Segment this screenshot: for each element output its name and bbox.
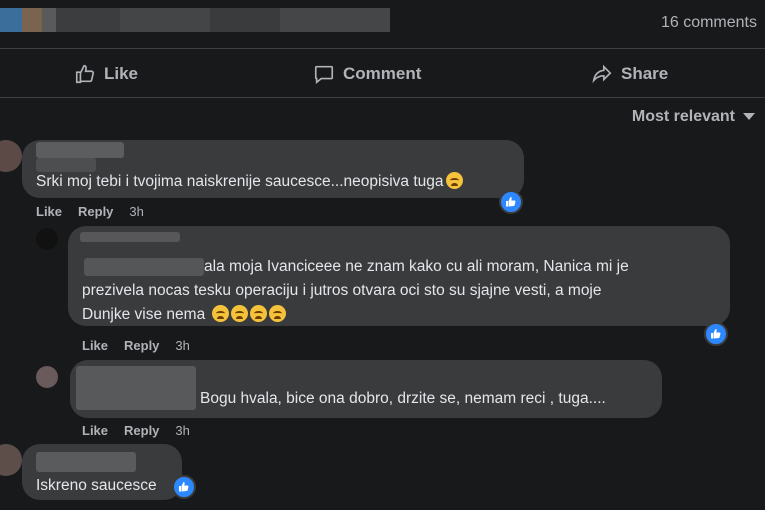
obscured-author-name[interactable] bbox=[80, 232, 180, 242]
sort-label: Most relevant bbox=[631, 108, 735, 125]
thumbs-up-icon bbox=[179, 482, 189, 492]
thumbs-up-icon bbox=[711, 329, 721, 339]
comment-meta: Like Reply 3h bbox=[36, 204, 144, 219]
like-reaction-badge[interactable] bbox=[172, 475, 196, 499]
crying-face-emoji bbox=[268, 305, 286, 322]
comment-text: Bogu hvala, bice ona dobro, drzite se, n… bbox=[200, 390, 606, 407]
comment-meta: Like Reply 3h bbox=[82, 338, 190, 353]
like-reaction-badge[interactable] bbox=[704, 322, 728, 346]
comment-reply-link[interactable]: Reply bbox=[124, 338, 159, 353]
crying-face-emoji bbox=[249, 305, 267, 322]
sort-comments-dropdown[interactable]: Most relevant bbox=[632, 108, 755, 126]
avatar[interactable] bbox=[0, 140, 22, 172]
share-arrow-icon bbox=[592, 64, 612, 84]
comment-reply-link[interactable]: Reply bbox=[78, 204, 113, 219]
comment-reply-link[interactable]: Reply bbox=[124, 423, 159, 438]
obscured-author-name[interactable] bbox=[76, 366, 196, 410]
comment-like-link[interactable]: Like bbox=[82, 338, 108, 353]
share-action-label: Share bbox=[621, 64, 669, 83]
comment-like-link[interactable]: Like bbox=[36, 204, 62, 219]
comment-text-line: prezivela nocas tesku operaciju i jutros… bbox=[82, 282, 602, 299]
comment-text-line: ala moja Ivanciceee ne znam kako cu ali … bbox=[204, 258, 629, 275]
comment-timestamp[interactable]: 3h bbox=[129, 204, 143, 219]
comment-meta: Like Reply 3h bbox=[82, 423, 190, 438]
comments-count[interactable]: 16 comments bbox=[661, 14, 757, 32]
crying-face-emoji bbox=[211, 305, 229, 322]
divider bbox=[0, 97, 765, 98]
like-action-label: Like bbox=[104, 64, 139, 83]
avatar[interactable] bbox=[36, 366, 58, 388]
thumbs-up-icon bbox=[506, 197, 516, 207]
sad-face-emoji bbox=[445, 172, 463, 189]
comment-text: Iskreno saucesce bbox=[36, 477, 157, 494]
comment-like-link[interactable]: Like bbox=[82, 423, 108, 438]
comment-bubble-icon bbox=[314, 65, 334, 84]
divider bbox=[0, 48, 765, 49]
like-reaction-badge[interactable] bbox=[499, 190, 523, 214]
obscured-text bbox=[84, 258, 204, 276]
avatar[interactable] bbox=[36, 228, 58, 250]
comment-timestamp[interactable]: 3h bbox=[175, 423, 189, 438]
comment-action-button[interactable]: Comment bbox=[313, 60, 421, 88]
crying-face-emoji bbox=[230, 305, 248, 322]
avatar[interactable] bbox=[0, 444, 22, 476]
obscured-author-name[interactable] bbox=[36, 142, 124, 158]
caret-down-icon bbox=[743, 113, 755, 120]
comment-timestamp[interactable]: 3h bbox=[175, 338, 189, 353]
comment-text: Srki moj tebi i tvojima naiskrenije sauc… bbox=[36, 170, 463, 193]
comment-action-label: Comment bbox=[343, 64, 422, 83]
obscured-author-name[interactable] bbox=[36, 452, 136, 472]
share-action-button[interactable]: Share bbox=[591, 60, 668, 88]
comment-text-line: Dunjke vise nema bbox=[82, 303, 286, 326]
thumbs-up-icon bbox=[75, 64, 95, 84]
like-action-button[interactable]: Like bbox=[74, 60, 138, 88]
